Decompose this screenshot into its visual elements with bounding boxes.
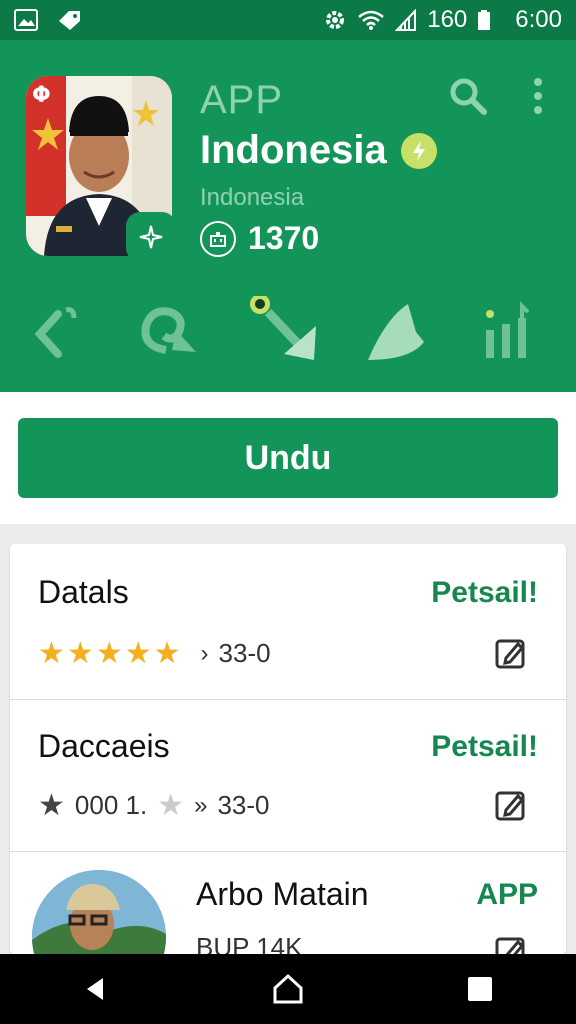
meta-count: BUP 14K [196,932,303,954]
edit-icon[interactable] [494,934,528,954]
status-time: 6:00 [515,6,562,33]
navigation-bar [0,954,576,1024]
star-icon: ★ [38,788,65,822]
more-vert-icon [534,78,542,114]
verified-icon [400,132,437,169]
download-count: 1370 [200,220,319,257]
app-category-label: APP [200,78,284,122]
bars-icon[interactable] [476,296,556,376]
robot-icon [200,220,236,257]
star-icon: ★ [124,636,152,670]
sparkle-icon [126,212,176,262]
search-button[interactable] [446,74,490,118]
leaf-icon[interactable] [360,296,440,376]
star-outline-icon: ★ [157,788,185,822]
rating-row: ★ ★ ★ ★ ★ › 33-0 [38,638,271,669]
row-title: Arbo Matain [196,876,369,912]
list-item[interactable]: Arbo Matain APP BUP 14K [10,852,566,954]
status-bar: 160 6:00 [0,0,576,40]
star-icon: ★ [153,636,181,670]
download-count-value: 1370 [248,220,320,256]
row-action-link[interactable]: Petsail! [431,730,538,764]
gallery-notification-icon [14,9,38,31]
search-icon [450,78,487,115]
rating-stars: ★ ★ ★ ★ ★ [38,636,181,670]
meta-row: ★ 000 1. ★ » 33-0 [38,790,270,821]
star-icon: ★ [95,636,123,670]
install-button[interactable]: Undu [18,418,558,498]
app-title: Indonesia [200,128,437,173]
row-title: Daccaeis [38,728,170,764]
home-button[interactable] [266,967,310,1011]
install-section: Undu [0,392,576,524]
star-icon: ★ [66,636,94,670]
back-triangle-icon [87,978,103,1000]
edit-icon[interactable] [494,788,528,822]
rating-count: 33-0 [218,638,271,668]
row-action-link[interactable]: APP [476,878,538,912]
list-item[interactable]: Daccaeis Petsail! ★ 000 1. ★ » 33-0 [10,700,566,852]
cell-signal-icon [395,9,417,31]
cursor-arrow-icon[interactable] [244,294,324,376]
home-icon [273,973,303,1004]
settings-icon [326,11,345,29]
row-title: Datals [38,574,129,610]
meta-prefix: 000 1. [74,790,148,820]
battery-icon [478,10,491,30]
svg-text:Φ: Φ [32,83,51,108]
more-options-button[interactable] [524,74,552,118]
details-card: Datals Petsail! ★ ★ ★ ★ ★ › 33-0 Daccaei… [10,544,566,954]
app-header: Φ APP Indonesia Indonesia 1370 [0,40,576,392]
action-row [0,294,576,376]
arrow-glyph-icon: › [200,639,209,667]
meta-count: 33-0 [217,790,270,820]
meta-row: BUP 14K [196,932,302,954]
star-icon: ★ [38,636,65,670]
row-action-link[interactable]: Petsail! [431,576,538,610]
edit-icon[interactable] [494,636,528,670]
wifi-icon [358,10,385,30]
store-notification-icon [59,11,80,30]
avatar [32,870,166,954]
swirl-icon[interactable] [132,296,212,376]
app-title-text: Indonesia [200,128,387,172]
back-curve-icon[interactable] [22,296,102,376]
signal-label: 160 [427,6,468,33]
back-button[interactable] [74,967,118,1011]
recents-square-icon [468,977,492,1001]
developer-name[interactable]: Indonesia [200,184,304,212]
arrow-glyph-icon: » [194,791,208,819]
list-item[interactable]: Datals Petsail! ★ ★ ★ ★ ★ › 33-0 [10,544,566,700]
recents-button[interactable] [458,967,502,1011]
